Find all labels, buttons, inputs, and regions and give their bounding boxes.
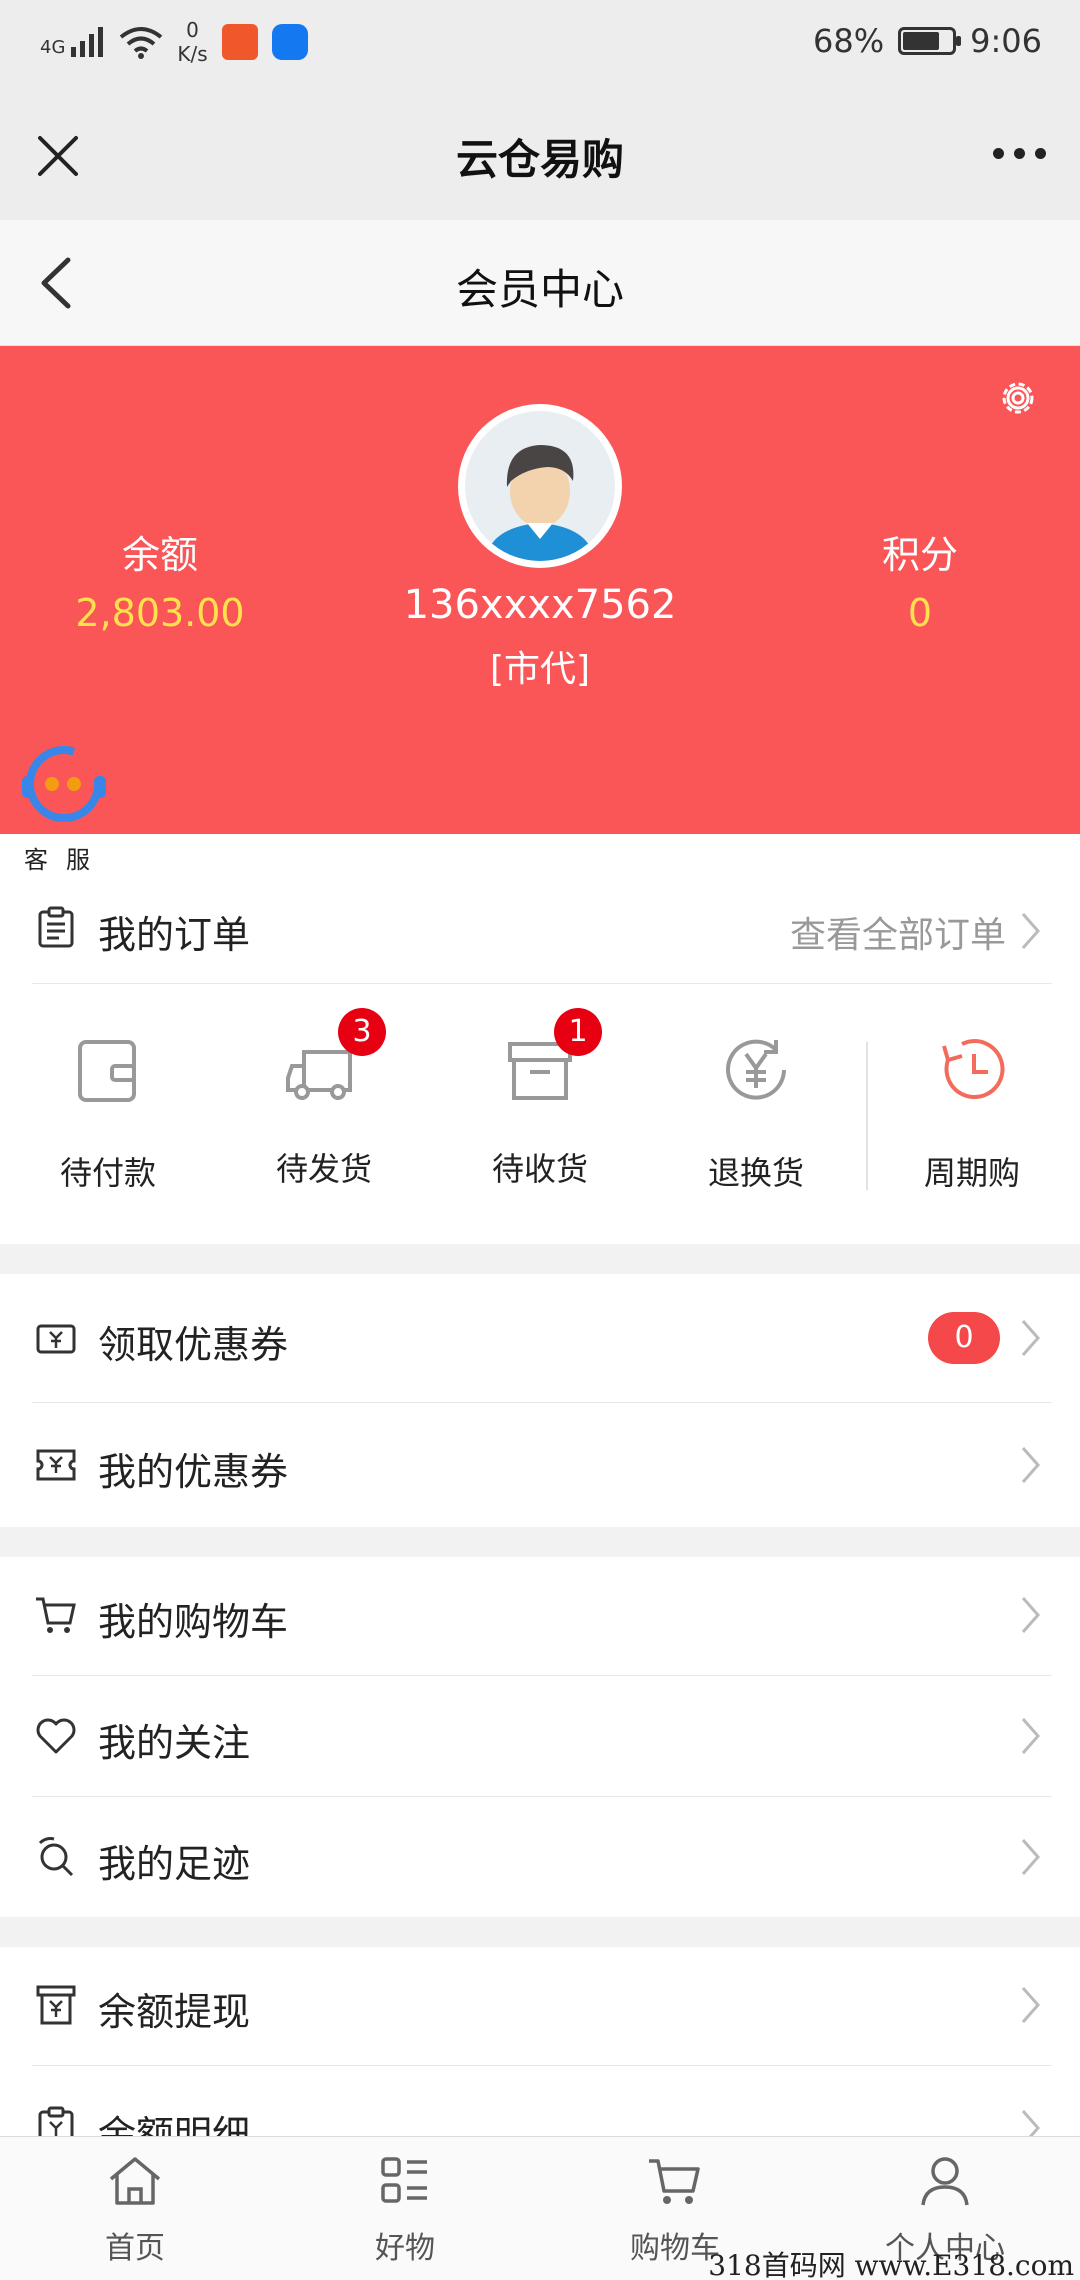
order-pending-receipt[interactable]: 1 待收货 — [440, 1008, 640, 1190]
my-coupons-label: 我的优惠券 — [98, 1450, 289, 1494]
net-speed-value: 0 — [186, 18, 199, 42]
my-cart-row[interactable]: 我的购物车 — [0, 1557, 1080, 1675]
user-phone: 136xxxx7562 — [403, 582, 677, 628]
avatar[interactable] — [458, 404, 622, 568]
balance-detail-icon — [38, 2106, 74, 2136]
points-value: 0 — [907, 591, 933, 635]
order-count-badge: 1 — [554, 1008, 602, 1056]
taobao-notification-icon — [221, 24, 258, 60]
order-return-exchange[interactable]: 退换货 — [656, 1030, 856, 1194]
user-role: [市代] — [489, 649, 591, 690]
my-orders-row[interactable]: 我的订单 查看全部订单 — [0, 880, 1080, 982]
app-title: 云仓易购 — [455, 135, 624, 184]
clock: 9:06 — [970, 22, 1042, 60]
footprint-search-icon — [38, 1837, 74, 1877]
refund-yen-icon — [726, 1039, 786, 1100]
tab-label: 首页 — [105, 2231, 165, 2266]
chevron-right-icon — [1021, 1839, 1041, 1875]
view-all-orders-link[interactable]: 查看全部订单 — [790, 906, 1006, 958]
order-status-label: 退换货 — [707, 1154, 804, 1192]
order-status-label: 待发货 — [275, 1150, 372, 1188]
order-pending-shipment[interactable]: 3 待发货 — [224, 1008, 424, 1190]
battery-icon — [898, 27, 962, 55]
chevron-right-icon — [1021, 913, 1041, 949]
coupon-icon — [36, 1449, 76, 1481]
watermark: 318首码网 www.E318.com — [708, 2249, 1074, 2280]
chevron-right-icon — [1021, 2110, 1041, 2136]
my-follow-row[interactable]: 我的关注 — [0, 1676, 1080, 1796]
order-icon-wrapper: 3 — [284, 1008, 386, 1110]
points-label: 积分 — [881, 533, 958, 577]
section-gap — [0, 1244, 1080, 1274]
my-cart-label: 我的购物车 — [98, 1600, 289, 1644]
balance-detail-label: 余额明细 — [98, 2113, 251, 2136]
section-gap — [0, 1917, 1080, 1947]
section-gap — [0, 1527, 1080, 1557]
order-cycle-purchase[interactable]: 周期购 — [872, 1030, 1072, 1194]
withdraw-yen-icon — [36, 1985, 76, 2025]
order-pending-payment[interactable]: 待付款 — [8, 1030, 208, 1194]
net-speed: 0 K/s — [177, 18, 207, 66]
status-bar: 4G 0 K/s 68% 9:06 — [0, 0, 1080, 90]
chevron-right-icon — [1021, 1597, 1041, 1633]
chevron-right-icon — [1021, 1320, 1041, 1356]
net-speed-unit: K/s — [177, 42, 208, 66]
order-icon-wrapper: 1 — [500, 1008, 602, 1110]
chevron-right-icon — [1021, 1447, 1041, 1483]
heart-icon — [36, 1718, 76, 1754]
gear-icon[interactable] — [996, 376, 1040, 420]
home-icon — [109, 2157, 161, 2205]
cart-icon — [36, 1597, 76, 1633]
order-status-label: 待付款 — [59, 1154, 156, 1192]
divider — [32, 983, 1052, 984]
balance-detail-row[interactable]: 余额明细 — [0, 2066, 1080, 2136]
customer-service-icon[interactable] — [14, 738, 114, 838]
status-right: 68% 9:06 — [813, 22, 1042, 60]
points-stat[interactable]: 积分 0 — [790, 524, 1050, 635]
user-icon — [921, 2157, 969, 2206]
balance-label: 余额 — [121, 533, 198, 577]
list-grid-icon — [381, 2157, 427, 2203]
my-footprint-label: 我的足迹 — [98, 1842, 251, 1886]
get-coupon-row[interactable]: 领取优惠券 0 — [0, 1274, 1080, 1402]
order-status-label: 周期购 — [923, 1154, 1020, 1192]
profile-hero: 余额 2,803.00 136xxxx7562 [市代] 积分 0 — [0, 346, 1080, 834]
balance-stat[interactable]: 余额 2,803.00 — [30, 524, 290, 635]
vertical-divider — [866, 1042, 868, 1190]
avatar-icon — [485, 445, 595, 561]
my-coupons-row[interactable]: 我的优惠券 — [0, 1403, 1080, 1527]
order-count-badge: 3 — [338, 1008, 386, 1056]
tab-goods[interactable]: 好物 — [270, 2151, 540, 2267]
wallet-icon — [78, 1040, 136, 1102]
my-follow-label: 我的关注 — [98, 1721, 251, 1765]
app-title-bar: 云仓易购 — [0, 90, 1080, 220]
more-icon[interactable] — [993, 148, 1046, 159]
balance-value: 2,803.00 — [75, 591, 245, 635]
signal-icon: 4G — [40, 27, 105, 57]
order-status-label: 待收货 — [491, 1150, 588, 1188]
bulb-notification-icon — [271, 24, 308, 60]
customer-service-label[interactable]: 客服 — [24, 840, 108, 875]
coupon-count-badge: 0 — [928, 1312, 1000, 1364]
page-header: 会员中心 — [0, 220, 1080, 346]
my-orders-label: 我的订单 — [98, 913, 251, 957]
battery-percent: 68% — [813, 22, 885, 60]
page-title: 会员中心 — [455, 265, 624, 314]
order-list-icon — [38, 906, 74, 948]
status-left: 4G 0 K/s — [40, 18, 308, 66]
wifi-icon — [120, 27, 163, 59]
chevron-right-icon — [1021, 1718, 1041, 1754]
withdraw-row[interactable]: 余额提现 — [0, 1947, 1080, 2065]
my-footprint-row[interactable]: 我的足迹 — [0, 1797, 1080, 1917]
get-coupon-label: 领取优惠券 — [98, 1323, 289, 1367]
network-type: 4G — [40, 37, 66, 58]
tab-home[interactable]: 首页 — [0, 2151, 270, 2267]
tab-label: 好物 — [375, 2231, 435, 2266]
coupon-ticket-icon — [36, 1324, 76, 1354]
cycle-clock-icon — [942, 1039, 1005, 1100]
withdraw-label: 余额提现 — [98, 1990, 251, 2034]
chevron-right-icon — [1021, 1987, 1041, 2023]
cart-icon — [649, 2159, 700, 2204]
